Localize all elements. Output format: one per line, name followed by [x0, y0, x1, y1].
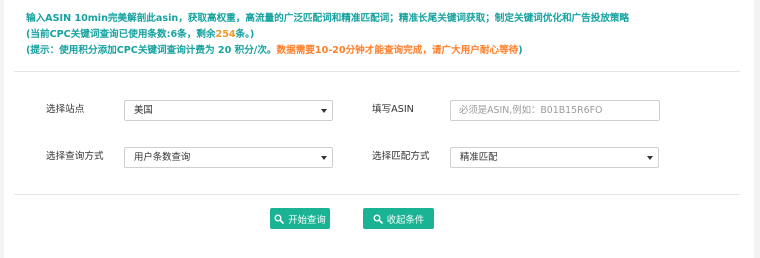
site-select[interactable]: 美国: [124, 100, 333, 121]
info-notice: 输入ASIN 10min完美解剖此asin，获取高权重，高流量的广泛匹配词和精准…: [26, 12, 746, 58]
site-select-value: 美国: [134, 105, 153, 116]
notice-line-usage: (当前CPC关键词查询已使用条数:6条，剩余254条。): [26, 28, 746, 42]
query-method-value: 用户条数查询: [134, 152, 191, 163]
usage-prefix: (当前CPC关键词查询已使用条数:6条，剩余: [26, 29, 216, 40]
match-method-select[interactable]: 精准匹配: [450, 147, 659, 168]
start-query-label: 开始查询: [288, 214, 326, 226]
left-border: [0, 0, 4, 258]
start-query-button[interactable]: 开始查询: [270, 208, 330, 229]
query-method-label: 选择查询方式: [46, 151, 104, 162]
search-icon: [274, 214, 285, 224]
match-method-label: 选择匹配方式: [372, 151, 430, 162]
usage-suffix: 条。): [235, 29, 255, 40]
tip-prefix: (提示：使用积分添加CPC关键词查询计费为 20 积分/次。: [26, 45, 277, 56]
asin-label: 填写ASIN: [372, 104, 414, 115]
remaining-count: 254: [215, 29, 236, 40]
chevron-down-icon: [321, 109, 327, 113]
query-method-select[interactable]: 用户条数查询: [124, 147, 333, 168]
chevron-down-icon: [647, 156, 653, 160]
collapse-conditions-button[interactable]: 收起条件: [363, 208, 434, 229]
notice-line-description: 输入ASIN 10min完美解剖此asin，获取高权重，高流量的广泛匹配词和精准…: [26, 13, 630, 24]
search-icon: [373, 214, 383, 224]
tip-warning: 数据需要10-20分钟才能查询完成，请广大用户耐心等待: [276, 45, 519, 56]
divider: [14, 194, 740, 195]
site-label: 选择站点: [46, 104, 85, 115]
asin-input[interactable]: [450, 100, 660, 121]
notice-line-tip: (提示：使用积分添加CPC关键词查询计费为 20 积分/次。数据需要10-20分…: [26, 44, 746, 58]
match-method-value: 精准匹配: [460, 152, 498, 163]
chevron-down-icon: [321, 156, 327, 160]
collapse-conditions-label: 收起条件: [386, 214, 425, 226]
divider: [14, 71, 740, 72]
right-border: [754, 0, 760, 258]
tip-suffix: ): [518, 45, 523, 56]
